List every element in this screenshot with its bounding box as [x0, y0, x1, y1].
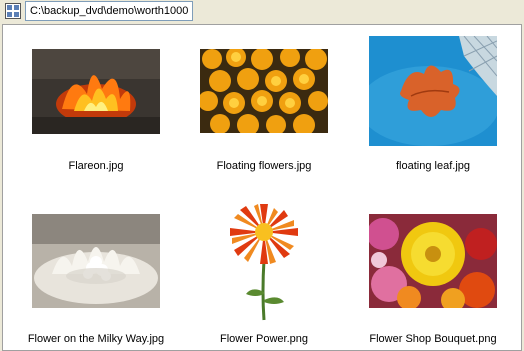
thumbnail-item[interactable]: Flareon.jpg [16, 25, 176, 185]
thumbnails-view-icon[interactable] [5, 3, 21, 19]
path-bar: C:\backup_dvd\demo\worth1000 [3, 1, 194, 21]
thumbnail-grid: Flareon.jpg Floating flowers.jpg floatin… [2, 24, 522, 351]
thumbnail-viewer-window: C:\backup_dvd\demo\worth1000 Flareon.jpg [0, 0, 524, 351]
fire-fox-image [32, 49, 160, 134]
thumbnail-label: Flareon.jpg [68, 160, 124, 172]
thumbnail-label: Floating flowers.jpg [216, 160, 312, 172]
zinnia-bouquet-image [369, 214, 497, 308]
thumbnail-item[interactable]: Floating flowers.jpg [184, 25, 344, 185]
thumbnail-label: Flower Power.png [219, 333, 309, 345]
thumbnail-label: Flower on the Milky Way.jpg [27, 333, 165, 345]
folder-path-field[interactable]: C:\backup_dvd\demo\worth1000 [25, 1, 194, 21]
thumbnail-item[interactable]: floating leaf.jpg [353, 25, 513, 185]
milk-splash-flower-image [32, 214, 160, 308]
thumbnail-label: Flower Shop Bouquet.png [369, 333, 497, 345]
red-orange-flower-image [224, 202, 304, 322]
marigold-flowers-image [200, 49, 328, 133]
thumbnail-item[interactable]: Flower on the Milky Way.jpg [16, 192, 176, 350]
thumbnail-item[interactable]: Flower Shop Bouquet.png [353, 192, 513, 350]
thumbnail-item[interactable]: Flower Power.png [184, 192, 344, 350]
thumbnail-label: floating leaf.jpg [396, 160, 470, 172]
autumn-leaf-on-water-image [369, 36, 497, 146]
